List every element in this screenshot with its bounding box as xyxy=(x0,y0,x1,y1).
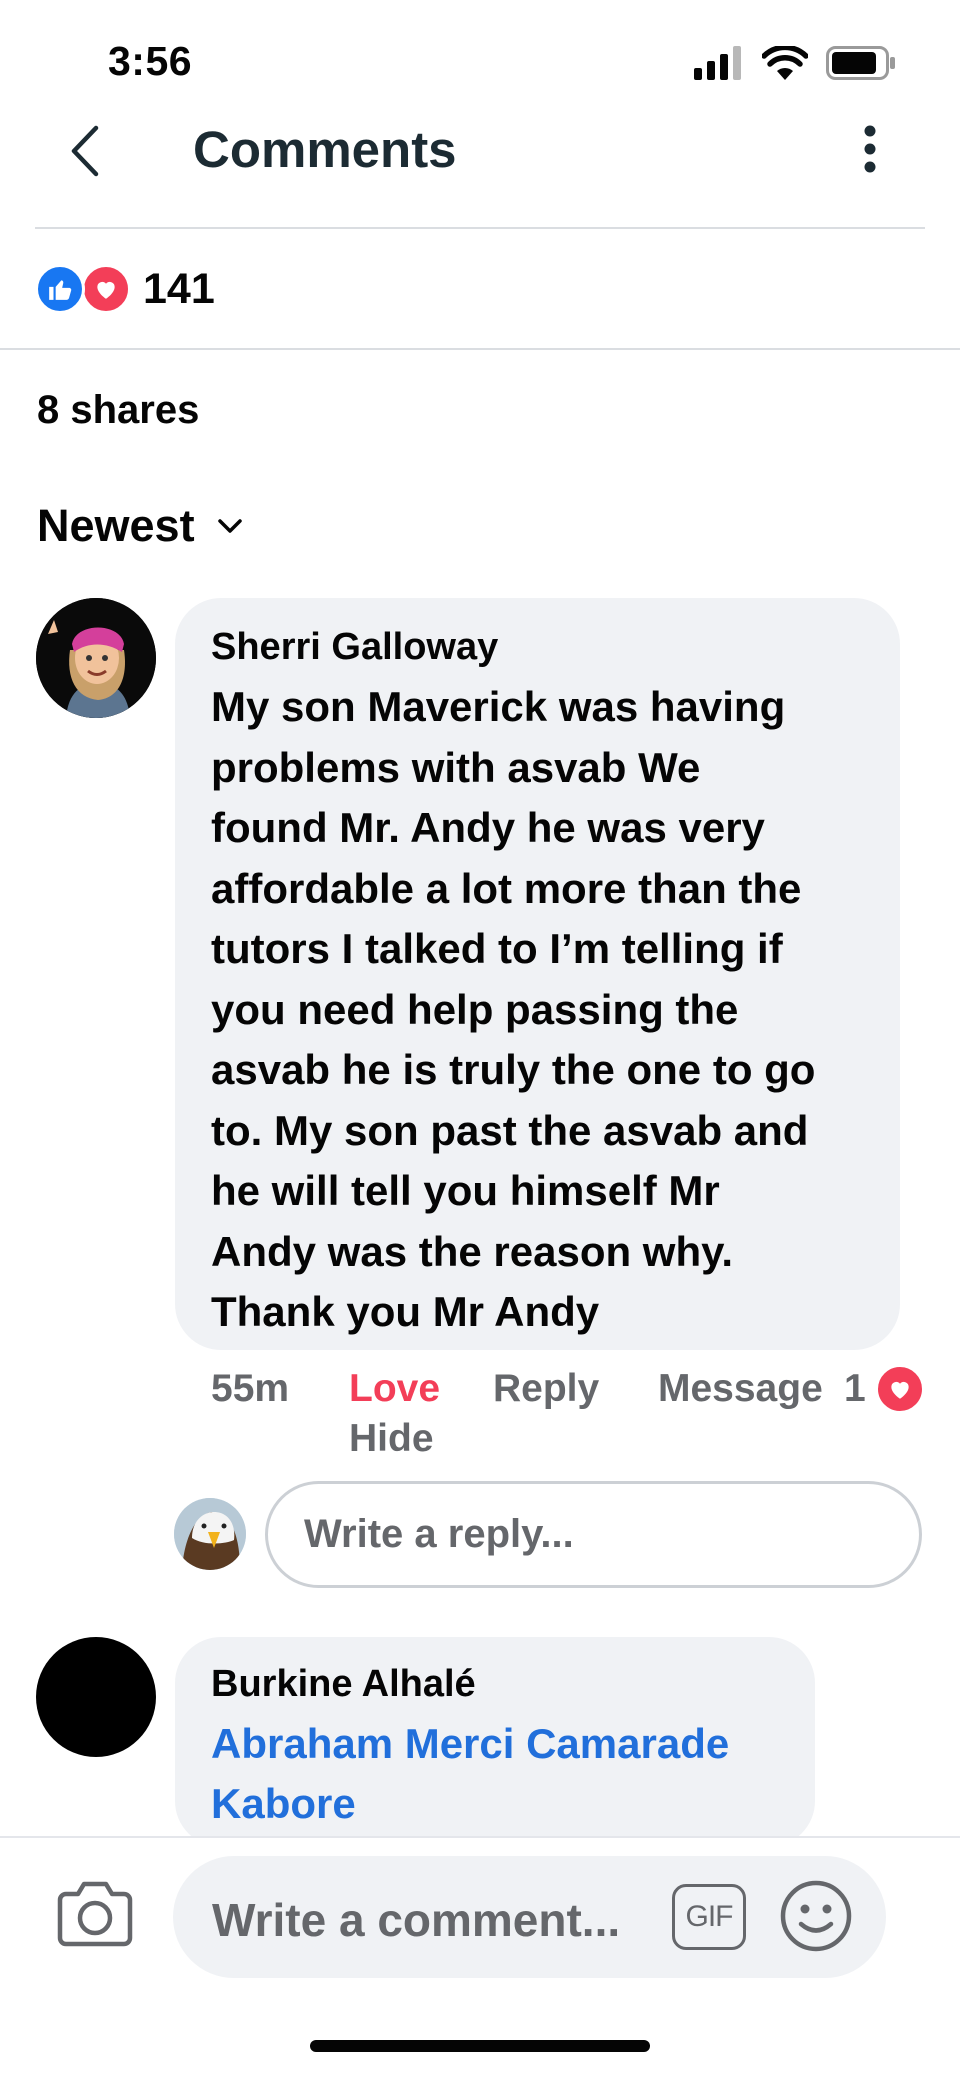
comment-author[interactable]: Burkine Alhalé xyxy=(211,1663,779,1706)
comment-placeholder: Write a comment... xyxy=(212,1894,621,1946)
comment-line: problems with asvab We xyxy=(211,743,701,791)
chevron-down-icon xyxy=(217,519,242,533)
comment-line: asvab he is truly the one to go xyxy=(211,1046,816,1093)
emoji-button[interactable] xyxy=(779,1879,853,1953)
comment-text: My son Maverick was having problems with… xyxy=(211,677,864,1343)
eagle-avatar-image xyxy=(174,1498,246,1570)
comment-bubble[interactable]: Burkine Alhalé Abraham Merci Camarade Ka… xyxy=(175,1637,815,1847)
camera-button[interactable] xyxy=(56,1880,134,1950)
more-vertical-icon xyxy=(864,125,876,173)
mentioned-name[interactable]: Kabore xyxy=(211,1774,779,1834)
reply-input[interactable]: Write a reply... xyxy=(265,1481,922,1588)
signal-icon xyxy=(694,46,741,80)
reactions-summary[interactable]: 141 xyxy=(35,264,215,314)
reply-button[interactable]: Reply xyxy=(493,1367,599,1411)
comment-line: found Mr. Andy he was very xyxy=(211,804,765,851)
comment-reaction-count[interactable]: 1 xyxy=(844,1367,866,1411)
message-button[interactable]: Message xyxy=(658,1367,823,1411)
shares-count[interactable]: 8 shares xyxy=(37,388,199,433)
camera-icon xyxy=(57,1881,133,1947)
avatar[interactable] xyxy=(36,598,156,718)
comment-line: tutors I talked to I’m telling if xyxy=(211,925,783,972)
gif-label: GIF xyxy=(685,1900,734,1933)
avatar-image xyxy=(36,598,156,718)
more-options-button[interactable] xyxy=(855,124,885,174)
comment-line: My son Maverick was having xyxy=(211,683,786,730)
home-indicator[interactable] xyxy=(310,2040,650,2052)
comment-line: affordable a lot more than the xyxy=(211,864,802,912)
avatar[interactable] xyxy=(36,1637,156,1757)
like-reaction-icon xyxy=(35,264,85,314)
comment-text[interactable]: Abraham Merci Camarade Kabore xyxy=(211,1714,779,1834)
gif-button[interactable]: GIF xyxy=(672,1884,746,1950)
back-button[interactable] xyxy=(60,122,110,180)
wifi-icon xyxy=(762,46,808,80)
comment-line: you need help passing the xyxy=(211,985,739,1033)
comment-time: 55m xyxy=(211,1367,290,1410)
page-title: Comments xyxy=(193,121,457,178)
status-icons xyxy=(694,46,896,80)
comment-author[interactable]: Sherri Galloway xyxy=(211,626,864,669)
sort-dropdown[interactable]: Newest xyxy=(37,500,243,552)
love-button[interactable]: Love xyxy=(349,1367,440,1411)
reaction-count: 141 xyxy=(143,264,215,313)
chevron-left-icon xyxy=(71,125,99,177)
sort-label: Newest xyxy=(37,500,195,551)
smiley-icon xyxy=(780,1880,852,1952)
comment-line: Andy was the reason why. xyxy=(211,1227,734,1275)
comment-line: Thank you Mr Andy xyxy=(211,1288,600,1335)
comment-line: he will tell you himself Mr xyxy=(211,1167,720,1214)
battery-icon xyxy=(826,46,895,80)
reply-placeholder: Write a reply... xyxy=(304,1512,574,1556)
status-time: 3:56 xyxy=(108,38,193,84)
reactions-divider xyxy=(0,348,960,350)
mentioned-name[interactable]: Abraham Merci Camarade xyxy=(211,1714,779,1774)
comment-bubble[interactable]: Sherri Galloway My son Maverick was havi… xyxy=(175,598,900,1350)
love-reaction-icon[interactable] xyxy=(875,1364,925,1414)
current-user-avatar xyxy=(174,1498,246,1570)
hide-button[interactable]: Hide xyxy=(349,1417,434,1461)
love-reaction-icon xyxy=(81,264,131,314)
comment-line: to. My son past the asvab and xyxy=(211,1106,809,1154)
header-divider xyxy=(35,227,925,229)
